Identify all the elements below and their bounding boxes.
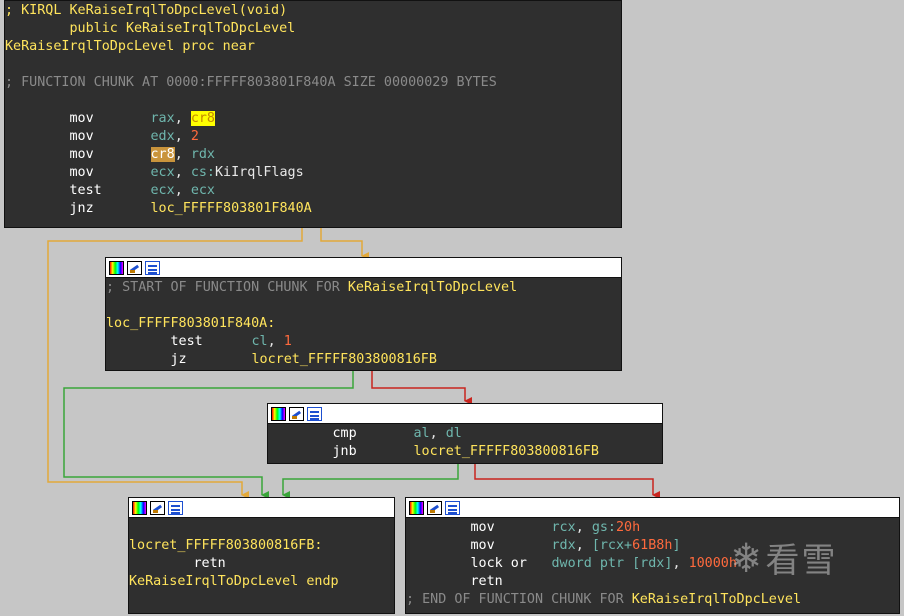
- operand[interactable]: dl: [446, 426, 462, 441]
- mnemonic[interactable]: jnb: [333, 443, 414, 461]
- mnemonic[interactable]: cmp: [333, 425, 414, 443]
- segment-prefix: cs:: [190, 165, 215, 180]
- operand[interactable]: rcx: [552, 520, 576, 535]
- chunk-function-name[interactable]: KeRaiseIrqlToDpcLevel: [348, 280, 517, 295]
- memory-operand[interactable]: dword ptr [rdx]: [552, 556, 673, 571]
- graph-view-icon[interactable]: [445, 500, 460, 515]
- graph-view-icon[interactable]: [307, 406, 322, 421]
- mnemonic[interactable]: mov: [471, 519, 552, 537]
- function-signature-comment: ; KIRQL KeRaiseIrqlToDpcLevel(void): [5, 3, 288, 18]
- watermark: ❄ 看雪: [733, 533, 838, 582]
- mnemonic[interactable]: jz: [171, 351, 252, 369]
- immediate-value[interactable]: 2: [191, 129, 199, 144]
- node-titlebar: [106, 258, 621, 278]
- symbol-reference[interactable]: KiIrqlFlags: [215, 165, 304, 180]
- operand[interactable]: rax: [151, 111, 175, 126]
- mnemonic[interactable]: mov: [70, 128, 151, 146]
- chunk-function-name[interactable]: KeRaiseIrqlToDpcLevel: [632, 592, 801, 607]
- proc-name[interactable]: KeRaiseIrqlToDpcLevel: [5, 39, 174, 54]
- rename-pencil-icon[interactable]: [427, 500, 442, 515]
- mnemonic[interactable]: mov: [70, 146, 151, 164]
- immediate-value[interactable]: 20h: [616, 520, 640, 535]
- operand[interactable]: ecx: [151, 183, 175, 198]
- rename-pencil-icon[interactable]: [289, 406, 304, 421]
- memory-operand[interactable]: [rcx+: [592, 538, 632, 553]
- graph-node-entry[interactable]: ; KIRQL KeRaiseIrqlToDpcLevel(void) publ…: [4, 0, 622, 228]
- operand[interactable]: edx: [151, 129, 175, 144]
- operand[interactable]: ecx: [151, 165, 175, 180]
- graph-view-icon[interactable]: [145, 260, 160, 275]
- edge-cmp-to-lock: [474, 464, 660, 499]
- operand[interactable]: rdx: [552, 538, 576, 553]
- location-label[interactable]: locret_FFFFF803800816FB:: [129, 538, 322, 553]
- immediate-value[interactable]: 61B8h: [632, 538, 672, 553]
- graph-node-chunk[interactable]: ; START OF FUNCTION CHUNK FOR KeRaiseIrq…: [105, 257, 622, 371]
- public-symbol[interactable]: KeRaiseIrqlToDpcLevel: [126, 21, 295, 36]
- snowflake-icon: ❄: [733, 531, 760, 583]
- watermark-text: 看雪: [765, 541, 838, 581]
- branch-target[interactable]: loc_FFFFF803801F840A: [151, 201, 312, 216]
- edge-cmp-to-ret: [282, 464, 459, 499]
- graph-node-cmp[interactable]: cmp al, dl jnb locret_FFFFF803800816FB: [267, 403, 663, 464]
- mnemonic[interactable]: mov: [70, 164, 151, 182]
- rename-pencil-icon[interactable]: [150, 500, 165, 515]
- node-titlebar: [406, 498, 899, 518]
- endp-name[interactable]: KeRaiseIrqlToDpcLevel: [129, 574, 298, 589]
- operand-highlighted[interactable]: cr8: [150, 147, 175, 162]
- endp-keyword: endp: [306, 574, 339, 589]
- operand[interactable]: al: [414, 426, 430, 441]
- mnemonic[interactable]: test: [70, 182, 151, 200]
- mnemonic[interactable]: lock or: [471, 555, 552, 573]
- graph-node-ret[interactable]: locret_FFFFF803800816FB: retn KeRaiseIrq…: [128, 497, 395, 614]
- rename-pencil-icon[interactable]: [127, 260, 142, 275]
- graph-view-icon[interactable]: [168, 500, 183, 515]
- color-palette-icon[interactable]: [132, 500, 147, 515]
- chunk-start-comment: ; START OF FUNCTION CHUNK FOR: [106, 280, 348, 295]
- mnemonic[interactable]: jnz: [70, 200, 151, 218]
- function-chunk-comment: ; FUNCTION CHUNK AT 0000:FFFFF803801F840…: [5, 75, 497, 90]
- mnemonic[interactable]: mov: [471, 537, 552, 555]
- immediate-value[interactable]: 10000h: [689, 556, 737, 571]
- color-palette-icon[interactable]: [271, 406, 286, 421]
- immediate-value[interactable]: 1: [284, 334, 292, 349]
- public-keyword: public: [69, 21, 118, 36]
- mnemonic[interactable]: mov: [70, 110, 151, 128]
- operand[interactable]: cl: [252, 334, 268, 349]
- segment-prefix: gs:: [591, 520, 616, 535]
- color-palette-icon[interactable]: [409, 500, 424, 515]
- node-titlebar: [268, 404, 662, 424]
- mnemonic[interactable]: test: [171, 333, 252, 351]
- edge-chunk-to-cmp: [371, 371, 472, 405]
- operand[interactable]: ecx: [191, 183, 215, 198]
- edge-entry-to-chunk: [320, 228, 369, 260]
- operand-highlighted[interactable]: cr8: [190, 111, 215, 126]
- operand[interactable]: rdx: [191, 147, 215, 162]
- branch-target[interactable]: locret_FFFFF803800816FB: [414, 444, 599, 459]
- node-titlebar: [129, 498, 394, 518]
- proc-keyword: proc near: [182, 39, 255, 54]
- branch-target[interactable]: locret_FFFFF803800816FB: [252, 352, 437, 367]
- mnemonic[interactable]: retn: [194, 556, 226, 571]
- color-palette-icon[interactable]: [109, 260, 124, 275]
- mnemonic[interactable]: retn: [471, 574, 503, 589]
- location-label[interactable]: loc_FFFFF803801F840A:: [106, 316, 275, 331]
- chunk-end-comment: ; END OF FUNCTION CHUNK FOR: [406, 592, 632, 607]
